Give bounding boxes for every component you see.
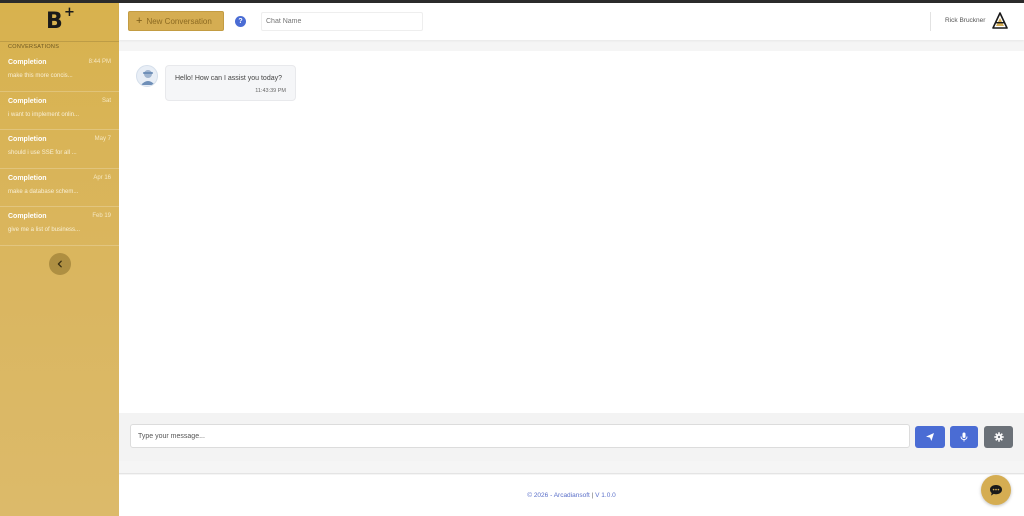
message-input[interactable] [130, 424, 910, 448]
logo-plus: + [64, 5, 75, 20]
conversation-snippet: make a database schem... [8, 188, 79, 195]
sidebar: B + CONVERSATIONS Completion 8:44 PM mak… [0, 3, 119, 516]
conversation-snippet: give me a list of business... [8, 227, 81, 233]
conversation-snippet: make this more concis... [8, 73, 73, 79]
conversation-item[interactable]: Completion Apr 16 make a database schem.… [0, 169, 119, 207]
conversation-date: Apr 16 [93, 174, 111, 181]
send-icon [926, 433, 934, 441]
chat-name-input[interactable] [261, 12, 423, 31]
sidebar-divider [0, 41, 119, 42]
conversation-date: Feb 19 [92, 213, 111, 219]
conversation-title: Completion [8, 59, 47, 66]
microphone-button[interactable] [950, 426, 978, 448]
conversation-date: 8:44 PM [88, 59, 111, 65]
assistant-avatar [136, 65, 158, 87]
conversation-title: Completion [8, 213, 47, 220]
brand-logo[interactable]: B + [46, 5, 76, 35]
chevron-left-icon [57, 260, 62, 268]
new-conversation-label: New Conversation [146, 16, 212, 26]
help-icon[interactable]: ? [235, 16, 246, 27]
conversation-item[interactable]: Completion Feb 19 give me a list of busi… [0, 207, 119, 246]
assistant-avatar-icon [141, 70, 155, 85]
chat-area: Hello! How can I assist you today? 11:43… [119, 51, 1024, 413]
logo-letter: B [46, 9, 63, 34]
conversation-item[interactable]: Completion Sat i want to implement onlin… [0, 92, 119, 130]
conversation-date: May 7 [94, 136, 111, 142]
conversations-heading: CONVERSATIONS [8, 44, 60, 50]
gear-icon [993, 432, 1004, 442]
send-button[interactable] [915, 426, 945, 448]
message-timestamp: 11:43:39 PM [255, 88, 286, 94]
conversation-title: Completion [8, 174, 47, 182]
conversation-title: Completion [8, 97, 47, 105]
page-footer: © 2026 - Arcadiansoft | V 1.0.0 [119, 475, 1024, 516]
top-header: + New Conversation ? Rick Bruckner [119, 3, 1024, 40]
collapse-sidebar-button[interactable] [49, 253, 71, 275]
copyright-text: © 2026 - Arcadiansoft | V 1.0.0 [119, 492, 1024, 499]
new-conversation-button[interactable]: + New Conversation [128, 11, 224, 31]
conversation-snippet: i want to implement onlin... [8, 111, 80, 118]
message-text: Hello! How can I assist you today? [175, 75, 282, 82]
conversation-list: Completion 8:44 PM make this more concis… [0, 53, 119, 246]
footer-separator: | [591, 492, 594, 499]
microphone-icon [960, 432, 968, 442]
user-avatar[interactable] [992, 12, 1008, 30]
conversation-snippet: should i use SSE for all ... [8, 150, 77, 156]
chat-widget-button[interactable] [981, 475, 1011, 505]
settings-button[interactable] [984, 426, 1013, 448]
conversation-item[interactable]: Completion May 7 should i use SSE for al… [0, 130, 119, 169]
app-frame: B + CONVERSATIONS Completion 8:44 PM mak… [0, 3, 1024, 516]
composer-bar [119, 413, 1024, 461]
chat-bubble-icon [990, 484, 1002, 496]
conversation-title: Completion [8, 136, 47, 143]
plus-icon: + [136, 14, 143, 27]
conversation-item[interactable]: Completion 8:44 PM make this more concis… [0, 53, 119, 92]
footer-band [119, 461, 1024, 474]
assistant-message-bubble: Hello! How can I assist you today? 11:43… [165, 65, 296, 101]
app-window: B + CONVERSATIONS Completion 8:44 PM mak… [0, 0, 1024, 516]
conversation-date: Sat [101, 97, 111, 104]
user-logo-icon [992, 12, 1008, 29]
user-name[interactable]: Rick Bruckner [945, 17, 985, 24]
version-label: V 1.0.0 [595, 492, 616, 499]
header-divider [930, 12, 931, 31]
copyright-link[interactable]: © 2026 - Arcadiansoft [527, 492, 590, 499]
